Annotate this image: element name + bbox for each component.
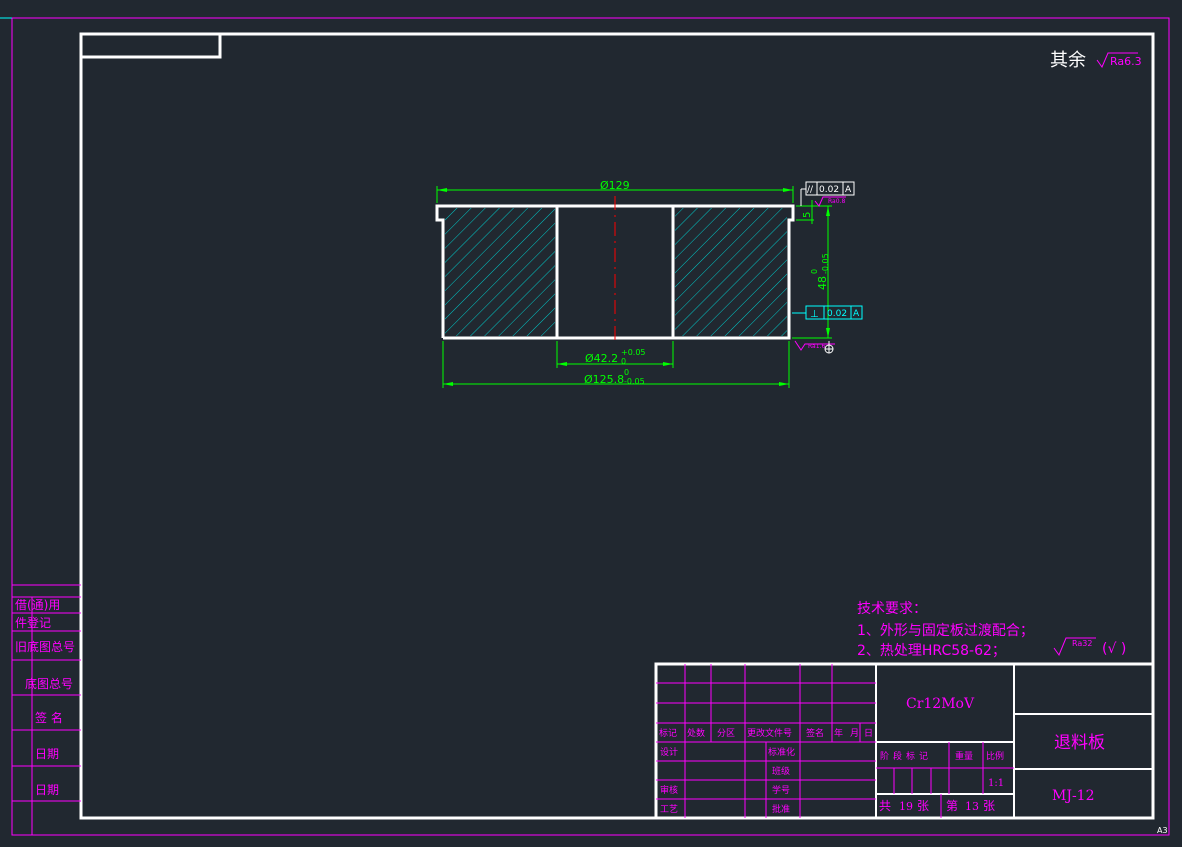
dim-height-tol-low: -0.05 [821,253,830,274]
sign-left-2: 工艺 [660,804,678,815]
dim-hole-tol-up: +0.05 [621,348,646,357]
dim-height-tol-up: 0 [810,269,819,274]
title-material: Cr12MoV [906,696,975,712]
drawing-frame [79,32,1155,820]
paper-size: A3 [1157,826,1168,835]
dim-hole-tol-low: 0 [621,357,626,366]
dim-height-text: 48 [816,276,829,290]
rev-h-6: 月 [850,728,859,739]
scale-label: 比例 [986,750,1004,762]
left-label-4: 签 名 [35,710,63,725]
weight-label: 重量 [955,750,973,762]
notes-title: 技术要求： [857,601,927,617]
rev-h-3: 更改文件号 [747,727,792,739]
dim-top-diameter-text: Ø129 [600,179,630,192]
gdt-parallel-symbol: // [807,185,814,195]
sign-mid-0: 标准化 [768,746,795,758]
left-label-0: 借(通)用 [15,598,60,612]
roughness-bottom-value: Ra1.6 [808,343,825,350]
rev-h-1: 处数 [687,727,705,739]
left-label-5: 日期 [35,747,59,761]
rev-h-7: 日 [864,728,873,739]
sheet-gong: 共 [879,799,891,813]
hatch-right [675,208,787,336]
roughness-value: Ra6.3 [1110,55,1142,68]
sign-left-0: 设计 [660,746,678,758]
roughness-note-paren: (√ ) [1102,641,1126,657]
title-part-name: 退料板 [1054,733,1105,753]
sign-mid-3: 批准 [772,803,790,815]
roughness-small-value: Ra0.8 [828,198,845,205]
left-label-1: 件登记 [15,615,51,630]
dim-step-text: 5 [802,212,813,218]
left-label-3: 底图总号 [25,676,73,691]
sheet-zhang-2: 张 [983,799,995,813]
frame-corner-tab [81,34,222,59]
notes-item-1: 1、外形与固定板过渡配合； [857,623,1034,639]
gdt-parallel-datum: A [845,185,852,195]
sheet-number: 13 [965,800,979,813]
qiyu-text: 其余 [1050,50,1086,71]
sheet-total: 19 [899,800,913,813]
part-view[interactable] [435,196,795,342]
gdt-perp-symbol: ⊥ [810,309,819,320]
stage-label: 阶段标记 [880,750,932,762]
rev-h-2: 分区 [717,728,735,739]
dim-outer-diameter-text: Ø125.8 [584,373,624,386]
gdt-perp-datum: A [853,309,860,319]
sheet-di: 第 [946,799,958,813]
sign-mid-1: 班级 [772,765,790,777]
gdt-perp-value: 0.02 [827,309,847,319]
left-label-6: 日期 [35,783,59,797]
left-label-2: 旧底图总号 [15,639,75,654]
sign-mid-2: 学号 [772,784,790,796]
dim-outer-tol-low: -0.05 [624,377,645,386]
dim-outer-tol-up: 0 [624,368,629,377]
sheet-zhang: 张 [917,799,929,813]
sign-left-1: 审核 [660,784,678,796]
notes-item-2: 2、热处理HRC58-62； [857,643,1006,659]
roughness-note-value: Ra32 [1072,639,1092,648]
cad-drawing-canvas[interactable]: 其余 Ra6.3 Ø129 Ø42.2 +0.05 0 Ø125.8 0 -0.… [0,0,1182,847]
rev-h-5: 年 [834,727,843,739]
hatch-left [445,208,555,336]
rev-h-4: 签名 [806,727,824,739]
rev-h-0: 标记 [659,727,677,739]
sheet-border [11,17,1170,836]
dim-hole-diameter-text: Ø42.2 [585,352,618,365]
scale-value: 1:1 [988,778,1004,789]
title-drawing-no: MJ-12 [1052,788,1095,804]
gdt-parallel-value: 0.02 [819,185,839,195]
